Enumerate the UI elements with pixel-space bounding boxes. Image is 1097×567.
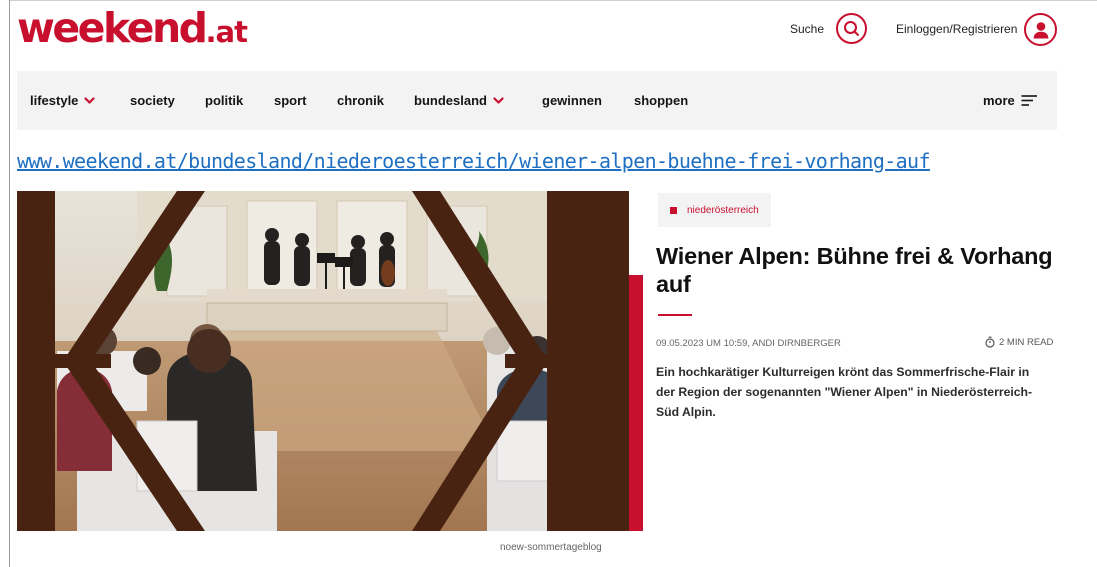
- nav-item-sport[interactable]: sport: [274, 93, 307, 108]
- menu-lines-icon: [1021, 95, 1038, 106]
- logo-tld: .at: [205, 15, 248, 49]
- user-account-button[interactable]: [1024, 13, 1057, 46]
- site-logo[interactable]: weekend .at: [17, 4, 248, 52]
- search-button[interactable]: [836, 13, 867, 44]
- nav-item-politik[interactable]: politik: [205, 93, 243, 108]
- article-url-link[interactable]: www.weekend.at/bundesland/niederoesterre…: [17, 149, 931, 173]
- hero-image-illustration: [17, 191, 629, 531]
- tag-square-icon: [670, 206, 677, 214]
- user-icon: [1033, 21, 1048, 38]
- window-left-border: [9, 0, 10, 567]
- nav-item-lifestyle[interactable]: lifestyle: [30, 93, 96, 108]
- article-teaser: Ein hochkarätiger Kulturreigen krönt das…: [656, 365, 1033, 419]
- logo-wordmark: weekend: [17, 4, 208, 52]
- nav-item-label: lifestyle: [30, 93, 79, 108]
- stopwatch-icon: [985, 336, 995, 348]
- nav-item-gewinnen[interactable]: gewinnen: [542, 93, 602, 108]
- chevron-down-icon: [493, 96, 504, 105]
- main-navigation: lifestyle society politik sport chronik …: [17, 71, 1057, 130]
- read-time: 2 MIN READ: [985, 336, 1053, 348]
- nav-item-label: bundesland: [414, 93, 487, 108]
- category-tag[interactable]: niederösterreich: [658, 193, 771, 227]
- nav-item-label: gewinnen: [542, 93, 602, 108]
- search-icon: [844, 21, 859, 36]
- nav-item-bundesland[interactable]: bundesland: [414, 93, 504, 108]
- headline-underline: [658, 314, 692, 316]
- nav-item-label: society: [130, 93, 175, 108]
- nav-more-label: more: [983, 93, 1015, 108]
- nav-item-society[interactable]: society: [130, 93, 175, 108]
- read-time-label: 2 MIN READ: [999, 336, 1054, 348]
- image-caption: noew-sommertageblog: [500, 542, 602, 553]
- article-hero-image: [17, 191, 629, 531]
- window-top-border: [9, 0, 1097, 1]
- chevron-down-icon: [84, 96, 96, 105]
- article-headline: Wiener Alpen: Bühne frei & Vorhang auf: [656, 243, 1053, 297]
- nav-item-chronik[interactable]: chronik: [337, 93, 384, 108]
- nav-item-label: chronik: [337, 93, 384, 108]
- search-label[interactable]: Suche: [790, 22, 824, 36]
- nav-item-label: shoppen: [634, 93, 689, 108]
- accent-bar: [629, 275, 643, 531]
- nav-item-shoppen[interactable]: shoppen: [634, 93, 688, 108]
- login-register-link[interactable]: Einloggen/Registrieren: [896, 22, 1017, 36]
- nav-more-menu[interactable]: more: [983, 93, 1038, 108]
- category-tag-label: niederösterreich: [687, 204, 759, 216]
- nav-item-label: politik: [205, 93, 244, 108]
- nav-item-label: sport: [274, 93, 307, 108]
- article-meta: 09.05.2023 UM 10:59, ANDI DIRNBERGER: [656, 338, 841, 349]
